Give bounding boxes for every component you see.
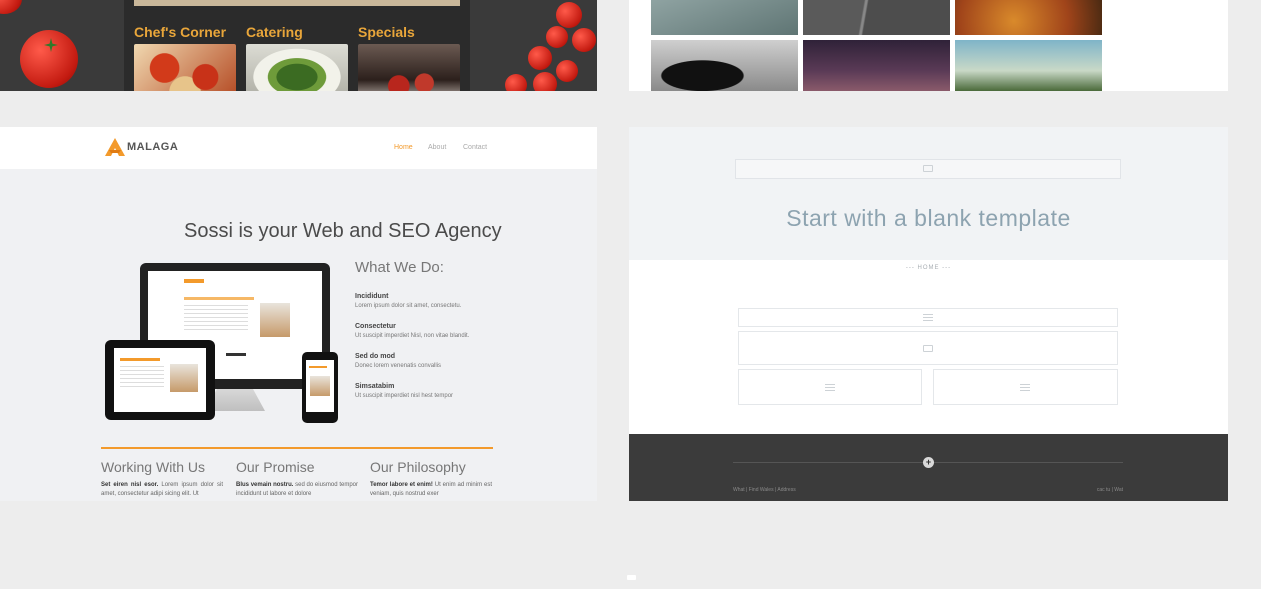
malaga-brand: MALAGA (127, 141, 179, 153)
feature-heading: Our Promise (236, 459, 315, 475)
restaurant-banner-strip (134, 0, 460, 6)
malaga-logo-icon (105, 138, 125, 156)
tomato-decoration (20, 30, 78, 88)
template-card-malaga[interactable]: MALAGA Home About Contact Sossi is your … (0, 127, 597, 501)
malaga-navbar: MALAGA Home About Contact (0, 127, 597, 169)
service-desc: Lorem ipsum dolor sit amet, consectetu. (355, 303, 462, 309)
tomato-decoration (572, 28, 596, 52)
shoe-bw-photo (651, 40, 798, 91)
placeholder-block (738, 369, 922, 405)
blank-template-title: Start with a blank template (786, 205, 1071, 231)
pasta-dish-image (134, 44, 236, 91)
phone-mockup (302, 352, 338, 423)
tomato-decoration (556, 2, 582, 28)
palm-trees-photo (955, 40, 1102, 91)
service-desc: Ut suscipit imperdiet Nisl, non vitae bl… (355, 333, 470, 339)
tomato-decoration (546, 26, 568, 48)
restaurant-column-specials: Specials (358, 24, 462, 91)
footer-meta: cac tu | Wat (1096, 487, 1123, 493)
salad-bowl-image (246, 44, 348, 91)
service-item: Sed do mod Donec lorem venenatis convall… (355, 353, 515, 369)
tomato-decoration (556, 60, 578, 82)
autumn-leaves-photo (955, 0, 1102, 35)
tomato-decoration (0, 0, 22, 14)
service-item: Incididunt Lorem ipsum dolor sit amet, c… (355, 293, 515, 309)
feature-column-promise: Our Promise Blus vemain nostru. sed do e… (236, 459, 358, 499)
service-desc: Donec lorem venenatis convallis (355, 363, 442, 369)
service-title: Incididunt (355, 293, 389, 300)
template-card-gallery[interactable] (629, 0, 1228, 91)
feature-text: Blus vemain nostru. sed do eiusmod tempo… (236, 482, 358, 497)
footer-links: What | Find Wales | Address (733, 487, 796, 493)
add-section-icon[interactable]: + (923, 457, 934, 468)
tablet-mockup (105, 340, 215, 420)
column-title: Chef's Corner (134, 24, 227, 40)
accent-divider (101, 447, 493, 449)
what-we-do-heading: What We Do: (355, 259, 444, 276)
road-sign-photo (651, 0, 798, 35)
template-gallery-page: Chef's Corner Catering Specials MALAGA H… (0, 0, 1261, 589)
tomato-decoration (533, 72, 557, 91)
highway-photo (803, 0, 950, 35)
tomato-decoration (505, 74, 527, 91)
feature-text: Temor labore et enim! Ut enim ad minim e… (370, 482, 492, 497)
text-placeholder-icon (825, 384, 835, 392)
text-placeholder-icon (923, 314, 933, 322)
feature-heading: Our Philosophy (370, 459, 466, 475)
tomato-decoration (528, 46, 552, 70)
nav-link-home[interactable]: Home (394, 144, 413, 151)
home-section-label: --- HOME --- (905, 265, 952, 271)
nav-link-about[interactable]: About (428, 144, 446, 151)
service-title: Sed do mod (355, 353, 396, 360)
placeholder-block (933, 369, 1118, 405)
image-placeholder-icon (923, 345, 933, 352)
placeholder-block (738, 308, 1118, 327)
template-card-restaurant[interactable]: Chef's Corner Catering Specials (0, 0, 597, 91)
column-title: Catering (246, 24, 303, 40)
service-desc: Ut suscipit imperdiet nisl hest tempor (355, 393, 454, 399)
column-title: Specials (358, 24, 415, 40)
phone-screen (306, 360, 334, 412)
service-item: Simsatabim Ut suscipit imperdiet nisl he… (355, 383, 515, 399)
feature-text: Set eiren nisl esor. Lorem ipsum dolor s… (101, 482, 224, 497)
service-title: Simsatabim (355, 383, 395, 390)
feature-column-working: Working With Us Set eiren nisl esor. Lor… (101, 459, 223, 499)
template-card-blank[interactable]: Start with a blank template --- HOME ---… (629, 127, 1228, 501)
text-placeholder-icon (1020, 384, 1030, 392)
service-title: Consectetur (355, 323, 396, 330)
blank-header-area: Start with a blank template (629, 127, 1228, 260)
image-placeholder-icon (923, 165, 933, 172)
purple-sky-photo (803, 40, 950, 91)
placeholder-block (738, 331, 1118, 365)
feature-heading: Working With Us (101, 459, 205, 475)
dining-table-image (358, 44, 460, 91)
nav-link-contact[interactable]: Contact (463, 144, 487, 151)
blank-footer: + What | Find Wales | Address cac tu | W… (629, 434, 1228, 501)
malaga-headline: Sossi is your Web and SEO Agency (184, 220, 502, 242)
scroll-indicator[interactable] (627, 575, 636, 580)
header-placeholder-bar (735, 159, 1121, 179)
service-item: Consectetur Ut suscipit imperdiet Nisl, … (355, 323, 515, 339)
feature-column-philosophy: Our Philosophy Temor labore et enim! Ut … (370, 459, 492, 499)
restaurant-column-catering: Catering (246, 24, 350, 91)
tablet-screen (114, 348, 206, 412)
restaurant-column-chefs-corner: Chef's Corner (134, 24, 238, 91)
